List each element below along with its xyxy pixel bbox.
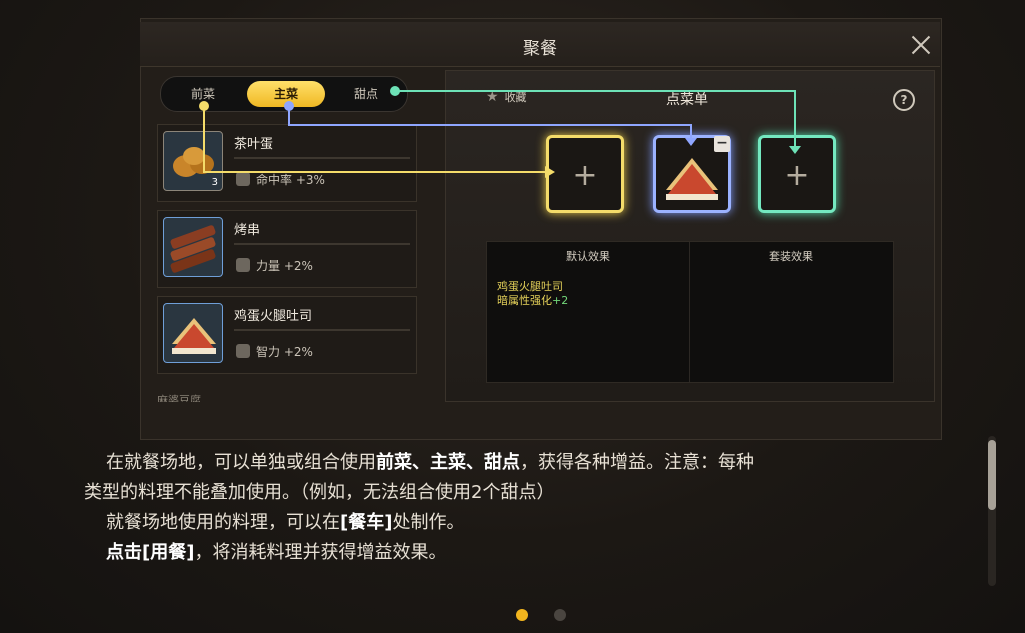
tutorial-description: 在就餐场地，可以单独或组合使用前菜、主菜、甜点，获得各种增益。注意：每种 类型的… (84, 448, 964, 568)
title-bar: 聚餐 (140, 22, 940, 67)
dish-list-panel: 前菜 主菜 甜点 3 茶叶蛋 命中率 +3% 烤串 力量 +2% 鸡蛋火腿吐司 … (152, 70, 428, 402)
intelligence-icon (236, 344, 250, 358)
divider (234, 157, 410, 159)
favorite-button[interactable]: ★ 收藏 (486, 89, 527, 105)
remove-button[interactable]: − (714, 136, 730, 152)
dish-effect: 智力 +2% (236, 343, 313, 360)
dish-item-skewer[interactable]: 烤串 力量 +2% (157, 210, 417, 288)
plus-icon: + (784, 158, 810, 193)
help-icon[interactable]: ? (893, 89, 915, 111)
page-dot[interactable] (554, 609, 566, 621)
accuracy-icon (236, 172, 250, 186)
dish-name: 烤串 (234, 223, 261, 238)
order-panel: ★ 收藏 点菜单 ? + − + 默认效果 套装效果 鸡蛋火腿吐司 暗属性强化+2 (445, 70, 935, 402)
dish-effect: 力量 +2% (236, 257, 313, 274)
desc-paragraph-1: 在就餐场地，可以单独或组合使用前菜、主菜、甜点，获得各种增益。注意：每种 (106, 452, 754, 473)
effects-box: 默认效果 套装效果 鸡蛋火腿吐司 暗属性强化+2 (486, 241, 894, 383)
dish-item-partial[interactable]: 麻婆豆腐 (157, 392, 415, 402)
scrollbar-thumb[interactable] (988, 440, 996, 510)
dish-item-sandwich[interactable]: 鸡蛋火腿吐司 智力 +2% (157, 296, 417, 374)
effect-detail: 暗属性强化+2 (497, 294, 569, 307)
course-tabs: 前菜 主菜 甜点 (160, 76, 408, 112)
desc-paragraph-3: 点击[用餐]，将消耗料理并获得增益效果。 (106, 542, 447, 563)
item-count: 3 (211, 177, 218, 188)
dish-name: 茶叶蛋 (234, 137, 274, 152)
divider (234, 329, 410, 331)
window-title: 聚餐 (523, 39, 557, 59)
slot-main-course[interactable]: − (653, 135, 731, 213)
strength-icon (236, 258, 250, 272)
divider (234, 243, 410, 245)
desc-paragraph-2: 就餐场地使用的料理，可以在[餐车]处制作。 (106, 512, 465, 533)
dish-item-tea-egg[interactable]: 3 茶叶蛋 命中率 +3% (157, 124, 417, 202)
tab-appetizer[interactable]: 前菜 (167, 81, 239, 107)
star-icon: ★ (486, 89, 499, 105)
scrollbar[interactable] (988, 436, 996, 586)
tab-main-course[interactable]: 主菜 (247, 81, 325, 107)
default-effect-header: 默认效果 (566, 250, 610, 263)
desc-paragraph-1b: 类型的料理不能叠加使用。（例如，无法组合使用2个甜点） (84, 482, 555, 503)
slot-appetizer[interactable]: + (546, 135, 624, 213)
sandwich-icon (163, 303, 223, 363)
plus-icon: + (572, 158, 598, 193)
set-effect-header: 套装效果 (769, 250, 813, 263)
divider (689, 242, 690, 382)
slot-dessert[interactable]: + (758, 135, 836, 213)
page-dot-active[interactable] (516, 609, 528, 621)
tea-egg-icon: 3 (163, 131, 223, 191)
tab-dessert[interactable]: 甜点 (333, 81, 399, 107)
close-icon[interactable] (907, 31, 935, 59)
menu-title: 点菜单 (666, 92, 708, 108)
dish-name: 鸡蛋火腿吐司 (234, 309, 313, 324)
skewer-icon (163, 217, 223, 277)
dish-effect: 命中率 +3% (236, 171, 325, 188)
